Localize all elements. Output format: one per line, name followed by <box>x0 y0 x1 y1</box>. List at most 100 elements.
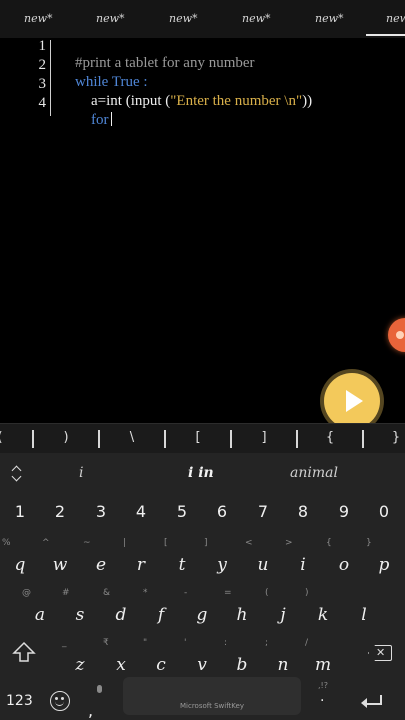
emoji-icon[interactable] <box>50 691 70 711</box>
key-d[interactable]: & d <box>101 587 141 631</box>
symbol-key[interactable]: [ <box>165 430 231 445</box>
symbol-key[interactable]: ) <box>33 430 99 445</box>
key-e[interactable]: ~ e <box>81 537 121 581</box>
key-b[interactable]: :b <box>222 637 262 681</box>
key-label: f <box>157 605 165 625</box>
key-hint: / <box>305 638 309 648</box>
tab-new-5[interactable]: new* <box>315 12 344 25</box>
expand-toolbar-icon[interactable] <box>10 465 24 481</box>
key-label: l <box>361 605 367 625</box>
suggestion-right[interactable]: animal <box>290 465 338 481</box>
key-label: y <box>217 555 227 575</box>
active-tab-indicator <box>366 34 405 36</box>
key-l[interactable]: l <box>344 587 384 631</box>
key-n[interactable]: ; n <box>263 637 303 681</box>
code-string: "Enter the number \n" <box>170 93 303 109</box>
key-t[interactable]: [t <box>162 537 202 581</box>
key-label: k <box>317 605 329 625</box>
key-hint: ₹ <box>103 638 109 648</box>
key-label: s <box>75 605 85 625</box>
key-f[interactable]: * f <box>141 587 181 631</box>
key-j[interactable]: (j <box>263 587 303 631</box>
key-9[interactable]: 9 <box>324 502 364 521</box>
key-label: t <box>178 555 186 575</box>
key-label: i <box>300 555 306 575</box>
key-4[interactable]: 4 <box>121 502 161 521</box>
key-w[interactable]: ^ w <box>40 537 80 581</box>
shift-icon[interactable] <box>12 641 36 663</box>
symbol-key[interactable]: \ <box>99 430 165 445</box>
key-y[interactable]: ] y <box>202 537 242 581</box>
key-label: n <box>277 655 289 675</box>
key-o[interactable]: {o <box>324 537 364 581</box>
tab-new-active[interactable]: new <box>386 12 405 25</box>
key-hint: > <box>285 538 293 548</box>
tab-new-1[interactable]: new* <box>24 12 53 25</box>
key-label: m <box>314 655 332 675</box>
line-number: 1 <box>38 38 47 54</box>
key-hint: | <box>123 538 127 548</box>
key-hint: * <box>143 588 148 598</box>
symbol-key[interactable]: } <box>363 430 405 445</box>
key-hint: ^ <box>42 538 50 548</box>
numbers-mode-key[interactable]: 123 <box>6 693 33 709</box>
spacebar[interactable]: Microsoft SwiftKey <box>123 677 301 715</box>
run-button[interactable] <box>324 373 380 429</box>
tab-new-3[interactable]: new* <box>169 12 198 25</box>
key-2[interactable]: 2 <box>40 502 80 521</box>
key-label: z <box>75 655 85 675</box>
keyboard: i i in animal 1 2 3 4 5 6 7 8 9 0 % q ^ w … <box>0 453 405 720</box>
symbol-bar: ( ) \ [ ] { } <box>0 423 405 453</box>
key-hint: { <box>326 538 332 548</box>
key-6[interactable]: 6 <box>202 502 242 521</box>
tab-new-2[interactable]: new* <box>96 12 125 25</box>
key-h[interactable]: = h <box>222 587 262 631</box>
key-label: b <box>236 655 248 675</box>
code-editor[interactable]: 1 2 3 4 #print a tablet for any number w… <box>0 38 405 423</box>
key-hint: " <box>143 638 148 648</box>
key-label: c <box>156 655 166 675</box>
key-label: e <box>95 555 107 575</box>
key-hint: ~ <box>83 538 91 548</box>
period-key[interactable]: . <box>320 689 324 705</box>
key-3[interactable]: 3 <box>81 502 121 521</box>
key-x[interactable]: ₹ x <box>101 637 141 681</box>
key-s[interactable]: # s <box>60 587 100 631</box>
key-7[interactable]: 7 <box>243 502 283 521</box>
microphone-icon <box>97 685 102 693</box>
key-5[interactable]: 5 <box>162 502 202 521</box>
key-a[interactable]: @ a <box>20 587 60 631</box>
symbol-key[interactable]: { <box>297 430 363 445</box>
key-k[interactable]: ) k <box>303 587 343 631</box>
comma-key[interactable]: , <box>88 701 93 720</box>
key-c[interactable]: " c <box>141 637 181 681</box>
backspace-x-icon: ✕ <box>376 646 386 659</box>
symbol-key[interactable]: ] <box>231 430 297 445</box>
key-g[interactable]: -g <box>182 587 222 631</box>
code-text: )) <box>302 93 313 109</box>
key-m[interactable]: / m <box>303 637 343 681</box>
tab-new-4[interactable]: new* <box>242 12 271 25</box>
key-v[interactable]: ' v <box>182 637 222 681</box>
key-hint: ) <box>305 588 309 598</box>
suggestion-left[interactable]: i <box>79 465 83 481</box>
key-z[interactable]: _ z <box>60 637 100 681</box>
line-number: 2 <box>38 57 47 73</box>
symbol-key[interactable]: ( <box>0 430 33 445</box>
key-q[interactable]: % q <box>0 537 40 581</box>
code-line-4[interactable]: for <box>76 95 112 146</box>
key-8[interactable]: 8 <box>283 502 323 521</box>
key-p[interactable]: } p <box>364 537 404 581</box>
code-keyword-for: for <box>91 112 109 128</box>
key-label: d <box>115 605 127 625</box>
key-label: o <box>338 555 350 575</box>
key-hint: < <box>245 538 253 548</box>
key-0[interactable]: 0 <box>364 502 404 521</box>
suggestion-center[interactable]: i in <box>188 465 214 481</box>
key-r[interactable]: | r <box>121 537 161 581</box>
key-hint: = <box>224 588 232 598</box>
key-u[interactable]: < u <box>243 537 283 581</box>
key-1[interactable]: 1 <box>0 502 40 521</box>
key-i[interactable]: > i <box>283 537 323 581</box>
spacebar-label: Microsoft SwiftKey <box>180 702 244 710</box>
